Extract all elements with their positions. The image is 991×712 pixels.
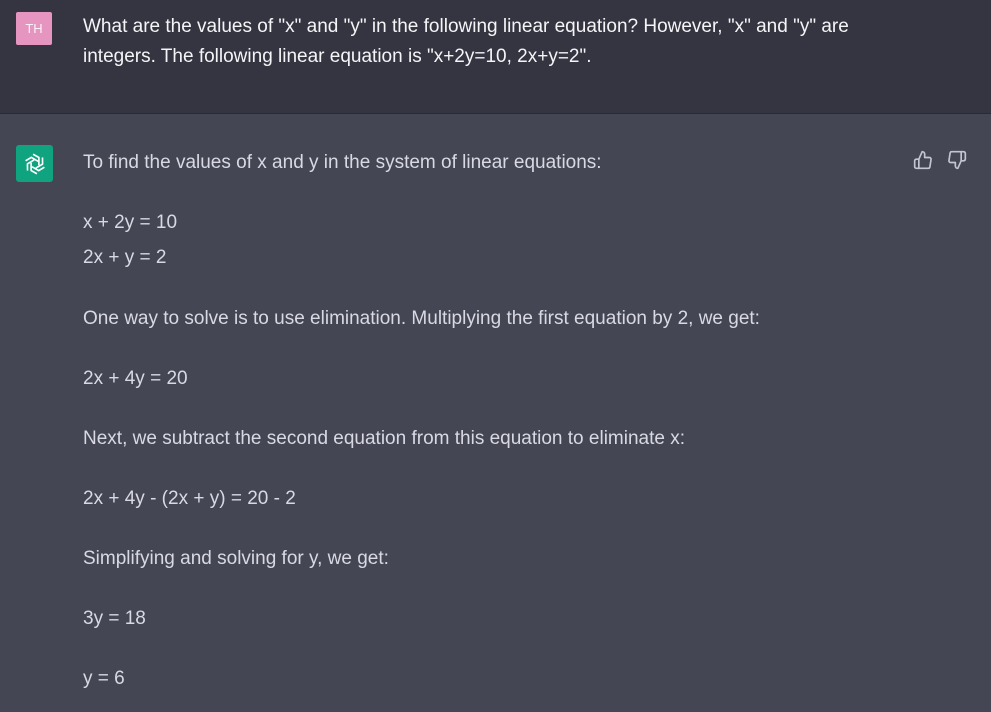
- equation-line: x + 2y = 10: [83, 212, 178, 233]
- thumbs-down-icon: [948, 150, 967, 170]
- user-avatar: TH: [16, 12, 52, 45]
- assistant-paragraph: Next, we subtract the second equation fr…: [83, 428, 685, 449]
- equation-line: y = 6: [83, 668, 125, 689]
- user-message-row: TH What are the values of "x" and "y" in…: [0, 0, 991, 114]
- openai-logo-icon: [24, 153, 45, 174]
- feedback-buttons: [912, 149, 968, 171]
- assistant-paragraph: Simplifying and solving for y, we get:: [83, 548, 389, 569]
- thumbs-up-button[interactable]: [912, 149, 934, 171]
- equation-line: 3y = 18: [83, 608, 146, 629]
- equation-line: 2x + y = 2: [83, 247, 167, 268]
- assistant-paragraph: To find the values of x and y in the sys…: [83, 152, 602, 173]
- equation-line: 2x + 4y - (2x + y) = 20 - 2: [83, 488, 296, 509]
- equation-line: 2x + 4y = 20: [83, 368, 188, 389]
- thumbs-down-button[interactable]: [946, 149, 968, 171]
- assistant-paragraph: One way to solve is to use elimination. …: [83, 308, 760, 329]
- assistant-avatar: [16, 145, 53, 182]
- user-message-text: What are the values of "x" and "y" in th…: [83, 16, 849, 67]
- thumbs-up-icon: [913, 150, 932, 170]
- assistant-message-row: To find the values of x and y in the sys…: [0, 114, 991, 711]
